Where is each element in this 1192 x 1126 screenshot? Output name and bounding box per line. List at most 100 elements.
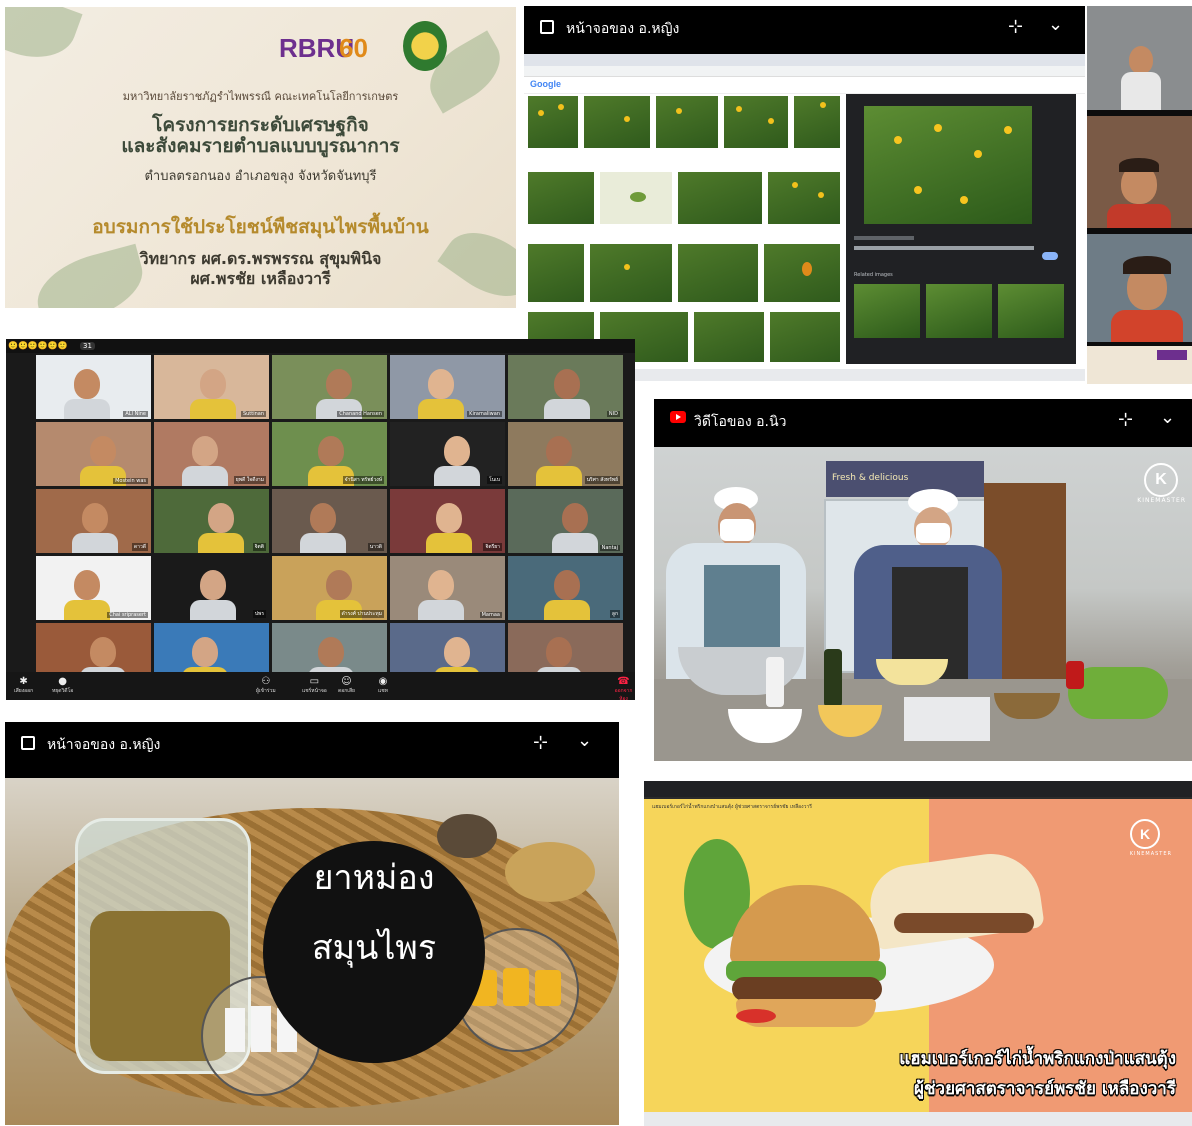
participant-name: Chai sriprasert	[107, 612, 148, 618]
participant-video-tile[interactable]: ดาวดี	[36, 489, 151, 553]
image-result[interactable]	[678, 244, 758, 302]
participant-tile[interactable]	[1087, 234, 1192, 342]
image-result[interactable]	[770, 312, 840, 362]
face-mask	[720, 519, 754, 541]
participants-button[interactable]: ⚇ ผู้เข้าร่วม	[256, 676, 276, 695]
leave-button[interactable]: ☎ ออกจากห้อง	[612, 676, 635, 700]
participant-video-tile[interactable]: โนเบ	[390, 422, 505, 486]
stop-video-button[interactable]: ● หยุดวิดีโอ	[52, 676, 73, 695]
google-search-bar[interactable]: Google	[524, 77, 1085, 94]
participant-body	[190, 399, 236, 419]
image-result[interactable]	[794, 96, 840, 148]
reactions-button[interactable]: ☺ ดอกเสีย	[338, 676, 355, 695]
screen-share-google: หน้าจอของ อ.หญิง ⊹ ⌄ Google Related imag…	[524, 6, 1085, 381]
chevron-down-icon[interactable]: ⌄	[1048, 14, 1063, 35]
participant-count-badge[interactable]: 31	[80, 342, 95, 350]
participant-face	[326, 570, 352, 600]
participant-video-tile[interactable]: Chanand Hansen	[272, 355, 387, 419]
tomato-slice	[736, 1009, 776, 1023]
participant-tile[interactable]	[1087, 346, 1192, 384]
image-result[interactable]	[600, 172, 672, 224]
kinemaster-logo: K	[1130, 819, 1160, 849]
mute-button[interactable]: ✱ เสียงออก	[14, 676, 33, 695]
preview-image[interactable]	[864, 106, 1032, 224]
image-result[interactable]	[694, 312, 764, 362]
browser-tabs[interactable]	[524, 54, 1085, 66]
participant-video-tile[interactable]: นริศา สังทรัพย์	[508, 422, 623, 486]
participant-body	[544, 399, 590, 419]
participant-face	[562, 503, 588, 533]
image-result[interactable]	[656, 96, 718, 148]
image-result[interactable]	[528, 172, 594, 224]
participant-name: Nantaj	[599, 545, 620, 551]
participant-tile[interactable]	[1087, 116, 1192, 228]
related-image[interactable]	[998, 284, 1064, 338]
image-result[interactable]	[528, 244, 584, 302]
participant-video-tile[interactable]: นาวดิ	[272, 489, 387, 553]
participant-video-tile[interactable]: ดำรงศ์ ปานประทุม	[272, 556, 387, 620]
related-image[interactable]	[854, 284, 920, 338]
participant-body	[418, 399, 464, 419]
participant-face	[74, 570, 100, 600]
participant-video-tile[interactable]: Nantaj	[508, 489, 623, 553]
image-result[interactable]	[724, 96, 788, 148]
participant-video-tile[interactable]: Mamaa	[390, 556, 505, 620]
participant-video-tile[interactable]: จิตติ	[154, 489, 269, 553]
minimize-icon[interactable]: ⊹	[533, 732, 548, 753]
participant-video-tile[interactable]: ปพร	[154, 556, 269, 620]
participant-video-tile[interactable]: Suttinan	[154, 355, 269, 419]
image-result[interactable]	[590, 244, 672, 302]
minimize-icon[interactable]: ⊹	[1008, 16, 1023, 37]
participant-name: Mostein was	[113, 478, 148, 484]
video-header: วิดีโอของ อ.นิว ⊹ ⌄	[654, 399, 1192, 443]
speaker-1: วิทยากร ผศ.ดร.พรพรรณ สุขุมพินิจ	[139, 249, 382, 268]
participant-video-tile[interactable]: Chai sriprasert	[36, 556, 151, 620]
minimize-icon[interactable]: ⊹	[1118, 409, 1133, 430]
participant-name: Kiramaliwan	[467, 411, 502, 417]
participant-name: ปพร	[252, 610, 266, 618]
google-logo[interactable]: Google	[530, 79, 561, 89]
chat-icon: ◉	[378, 676, 388, 687]
screen-share-icon	[21, 736, 35, 750]
participant-face	[192, 637, 218, 667]
participant-name: จิตรียา	[483, 543, 502, 551]
participant-video-tile[interactable]: จำนิสา ทรัพย์วงษ์	[272, 422, 387, 486]
participant-video-tile[interactable]: ลูก	[508, 556, 623, 620]
image-result[interactable]	[584, 96, 650, 148]
chevron-down-icon[interactable]: ⌄	[577, 730, 592, 751]
title-slide: RBRU 60 มหาวิทยาลัยราชภัฏรำไพพรรณี คณะเท…	[5, 7, 516, 308]
participant-video-tile[interactable]: จิตรียา	[390, 489, 505, 553]
participant-name: ลูก	[609, 610, 620, 618]
share-screen-button[interactable]: ▭ แชร์หน้าจอ	[302, 676, 327, 695]
participant-video-tile[interactable]: ยุพดี ใจดีงาม	[154, 422, 269, 486]
participant-body	[426, 533, 472, 553]
image-result[interactable]	[678, 172, 762, 224]
image-result[interactable]	[528, 96, 578, 148]
speaker-2: ผศ.พรชัย เหลืองวารี	[190, 269, 331, 288]
participant-face	[74, 369, 100, 399]
caption-line2: ผู้ช่วยศาสตราจารย์พรชัย เหลืองวารี	[914, 1079, 1176, 1099]
participant-video-tile[interactable]: Mostein was	[36, 422, 151, 486]
participant-face	[444, 436, 470, 466]
visit-button[interactable]	[1042, 252, 1058, 260]
participant-body	[64, 399, 110, 419]
participant-video-tile[interactable]: Kiramaliwan	[390, 355, 505, 419]
preview-source	[854, 236, 914, 240]
participant-face	[428, 369, 454, 399]
related-image[interactable]	[926, 284, 992, 338]
preview-title[interactable]	[854, 246, 1034, 250]
image-result[interactable]	[768, 172, 840, 224]
participant-video-tile[interactable]: ALI Nine	[36, 355, 151, 419]
image-result[interactable]	[764, 244, 840, 302]
video-frame: แฮมเบอร์เกอร์ไก่น้ำพริกแกงป่าแสนตุ้ง ผู้…	[644, 799, 1192, 1112]
chevron-down-icon[interactable]: ⌄	[1160, 407, 1175, 428]
participant-video-tile[interactable]: NID	[508, 355, 623, 419]
address-bar[interactable]	[524, 66, 1085, 77]
ginger-bowl	[505, 842, 595, 902]
sandwich-bread	[865, 847, 1045, 951]
youtube-icon	[670, 411, 686, 423]
training-title: อบรมการใช้ประโยชน์พืชสมุนไพรพื้นบ้าน	[92, 216, 429, 238]
chat-button[interactable]: ◉ แชท	[378, 676, 388, 695]
window-titlebar[interactable]	[644, 781, 1192, 797]
participant-tile[interactable]	[1087, 6, 1192, 110]
